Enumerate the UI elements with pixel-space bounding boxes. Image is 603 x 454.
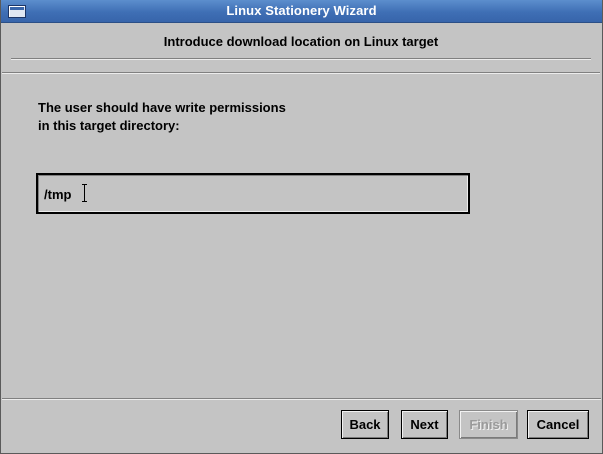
target-directory-field[interactable] bbox=[36, 173, 470, 214]
page-title: Introduce download location on Linux tar… bbox=[163, 34, 439, 49]
finish-button: Finish bbox=[459, 410, 518, 439]
instruction-text: The user should have write permissions i… bbox=[38, 99, 286, 135]
instruction-line-1: The user should have write permissions bbox=[38, 100, 286, 115]
i-beam-cursor-icon bbox=[82, 184, 89, 202]
target-directory-input[interactable] bbox=[44, 185, 444, 203]
wizard-window: Linux Stationery Wizard Introduce downlo… bbox=[0, 0, 603, 454]
wizard-header: Introduce download location on Linux tar… bbox=[2, 23, 600, 73]
button-bar-divider bbox=[2, 398, 601, 400]
instruction-line-2: in this target directory: bbox=[38, 118, 180, 133]
header-divider bbox=[11, 58, 591, 60]
back-button[interactable]: Back bbox=[341, 410, 389, 439]
cancel-button[interactable]: Cancel bbox=[527, 410, 589, 439]
next-button[interactable]: Next bbox=[401, 410, 448, 439]
window-title: Linux Stationery Wizard bbox=[226, 3, 377, 18]
title-bar[interactable]: Linux Stationery Wizard bbox=[1, 0, 602, 23]
